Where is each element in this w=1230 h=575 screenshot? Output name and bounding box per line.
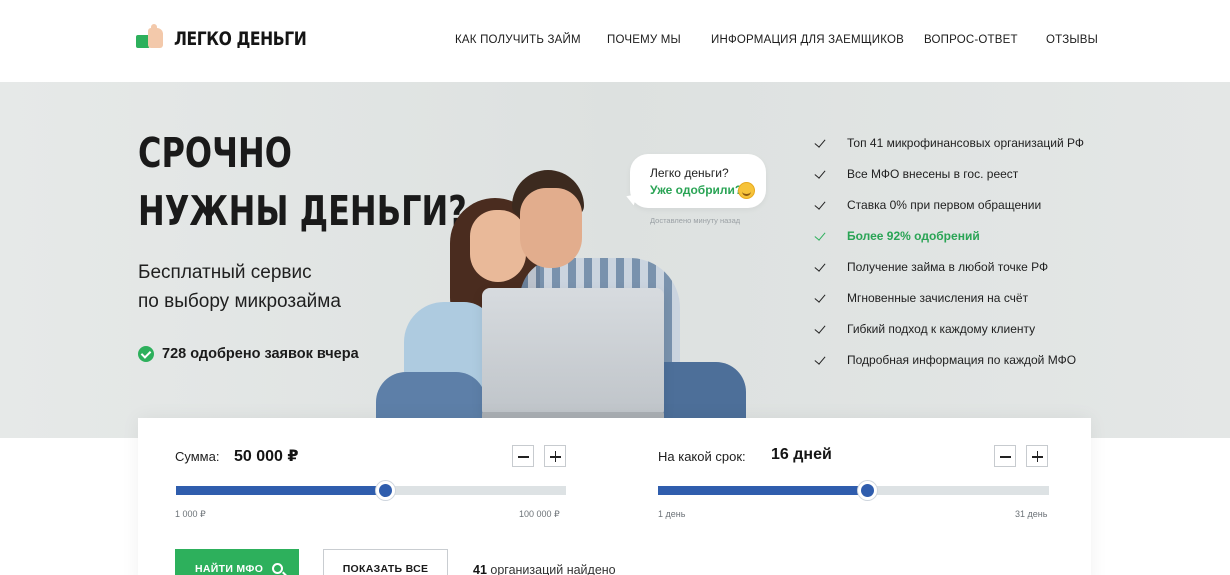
hero-subtitle-line-1: Бесплатный сервис (138, 262, 312, 283)
plus-icon (1036, 451, 1039, 462)
check-icon (814, 230, 826, 242)
amount-slider-handle[interactable] (375, 481, 395, 500)
hero-section: СРОЧНО НУЖНЫ ДЕНЬГИ? Бесплатный сервис п… (0, 82, 1230, 438)
site-header: ЛЕГКО ДЕНЬГИ КАК ПОЛУЧИТЬ ЗАЙМ ПОЧЕМУ МЫ… (0, 0, 1230, 82)
check-icon (814, 261, 826, 273)
minus-icon (518, 456, 529, 458)
feature-item: Ставка 0% при первом обращении (814, 198, 1084, 229)
check-icon (814, 137, 826, 149)
check-icon (814, 168, 826, 180)
feature-item: Мгновенные зачисления на счёт (814, 291, 1084, 322)
amount-slider-fill (176, 486, 385, 495)
hero-subtitle-line-2: по выбору микрозайма (138, 291, 341, 312)
term-slider-fill (658, 486, 868, 495)
amount-min-label: 1 000 ₽ (175, 509, 206, 519)
term-max-label: 31 день (1015, 509, 1048, 519)
term-label: На какой срок: (658, 449, 746, 464)
check-icon (814, 292, 826, 304)
show-all-label: ПОКАЗАТЬ ВСЕ (342, 563, 429, 575)
find-mfo-label: НАЙТИ МФО (195, 563, 264, 575)
term-slider-handle[interactable] (858, 481, 878, 500)
amount-increase-button[interactable] (544, 445, 566, 467)
main-nav: КАК ПОЛУЧИТЬ ЗАЙМ ПОЧЕМУ МЫ ИНФОРМАЦИЯ Д… (0, 34, 1230, 50)
feature-text: Подробная информация по каждой МФО (847, 353, 1077, 367)
check-icon (814, 323, 826, 335)
feature-text: Топ 41 микрофинансовых организаций РФ (847, 136, 1085, 150)
term-increase-button[interactable] (1026, 445, 1048, 467)
bubble-answer: Уже одобрили? (650, 183, 743, 197)
amount-decrease-button[interactable] (512, 445, 534, 467)
bubble-question: Легко деньги? (650, 166, 729, 180)
chat-bubble: Легко деньги? Уже одобрили? (630, 154, 766, 208)
feature-item: Получение займа в любой точке РФ (814, 260, 1084, 291)
feature-item: Подробная информация по каждой МФО (814, 353, 1084, 384)
term-min-label: 1 день (658, 509, 686, 519)
bubble-delivered-time: Доставлено минуту назад (650, 216, 741, 225)
find-mfo-button[interactable]: НАЙТИ МФО (175, 549, 299, 575)
feature-item: Гибкий подход к каждому клиенту (814, 322, 1084, 353)
term-slider[interactable] (658, 481, 1049, 500)
term-value: 16 дней (771, 446, 832, 463)
feature-item: Топ 41 микрофинансовых организаций РФ (814, 136, 1084, 167)
show-all-button[interactable]: ПОКАЗАТЬ ВСЕ (323, 549, 448, 575)
smile-icon (738, 182, 755, 199)
laptop-image (482, 288, 664, 418)
feature-item: Все МФО внесены в гос. реест (814, 167, 1084, 198)
check-icon (814, 354, 826, 366)
nav-faq[interactable]: ВОПРОС-ОТВЕТ (924, 34, 1018, 46)
amount-value: 50 000 ₽ (234, 448, 299, 465)
feature-text: Гибкий подход к каждому клиенту (847, 322, 1036, 336)
hero-subtitle: Бесплатный сервис по выбору микрозайма (138, 258, 341, 316)
amount-label: Сумма: (175, 449, 220, 464)
amount-slider[interactable] (176, 481, 566, 500)
term-decrease-button[interactable] (994, 445, 1016, 467)
amount-max-label: 100 000 ₽ (519, 509, 560, 519)
features-list: Топ 41 микрофинансовых организаций РФ Вс… (814, 136, 1084, 384)
plus-icon (554, 451, 557, 462)
nav-reviews[interactable]: ОТЗЫВЫ (1046, 34, 1098, 46)
loan-calculator: Сумма: 50 000 ₽ 1 000 ₽ 100 000 ₽ На как… (138, 418, 1091, 575)
feature-item-highlight: Более 92% одобрений (814, 229, 1084, 260)
approved-text: 728 одобрено заявок вчера (162, 346, 359, 362)
check-icon (814, 199, 826, 211)
check-circle-icon (138, 346, 154, 362)
found-count: 41 организаций найдено (473, 563, 616, 575)
feature-text: Более 92% одобрений (847, 229, 980, 243)
feature-text: Ставка 0% при первом обращении (847, 198, 1042, 212)
feature-text: Все МФО внесены в гос. реест (847, 167, 1019, 181)
nav-how-to-get-loan[interactable]: КАК ПОЛУЧИТЬ ЗАЙМ (455, 34, 581, 46)
nav-why-us[interactable]: ПОЧЕМУ МЫ (607, 34, 681, 46)
feature-text: Мгновенные зачисления на счёт (847, 291, 1029, 305)
found-count-text: организаций найдено (490, 563, 616, 575)
minus-icon (1000, 456, 1011, 458)
search-icon (272, 563, 283, 574)
found-count-number: 41 (473, 563, 487, 575)
nav-borrower-info[interactable]: ИНФОРМАЦИЯ ДЛЯ ЗАЕМЩИКОВ (711, 34, 904, 46)
approved-counter: 728 одобрено заявок вчера (138, 346, 359, 362)
feature-text: Получение займа в любой точке РФ (847, 260, 1049, 274)
